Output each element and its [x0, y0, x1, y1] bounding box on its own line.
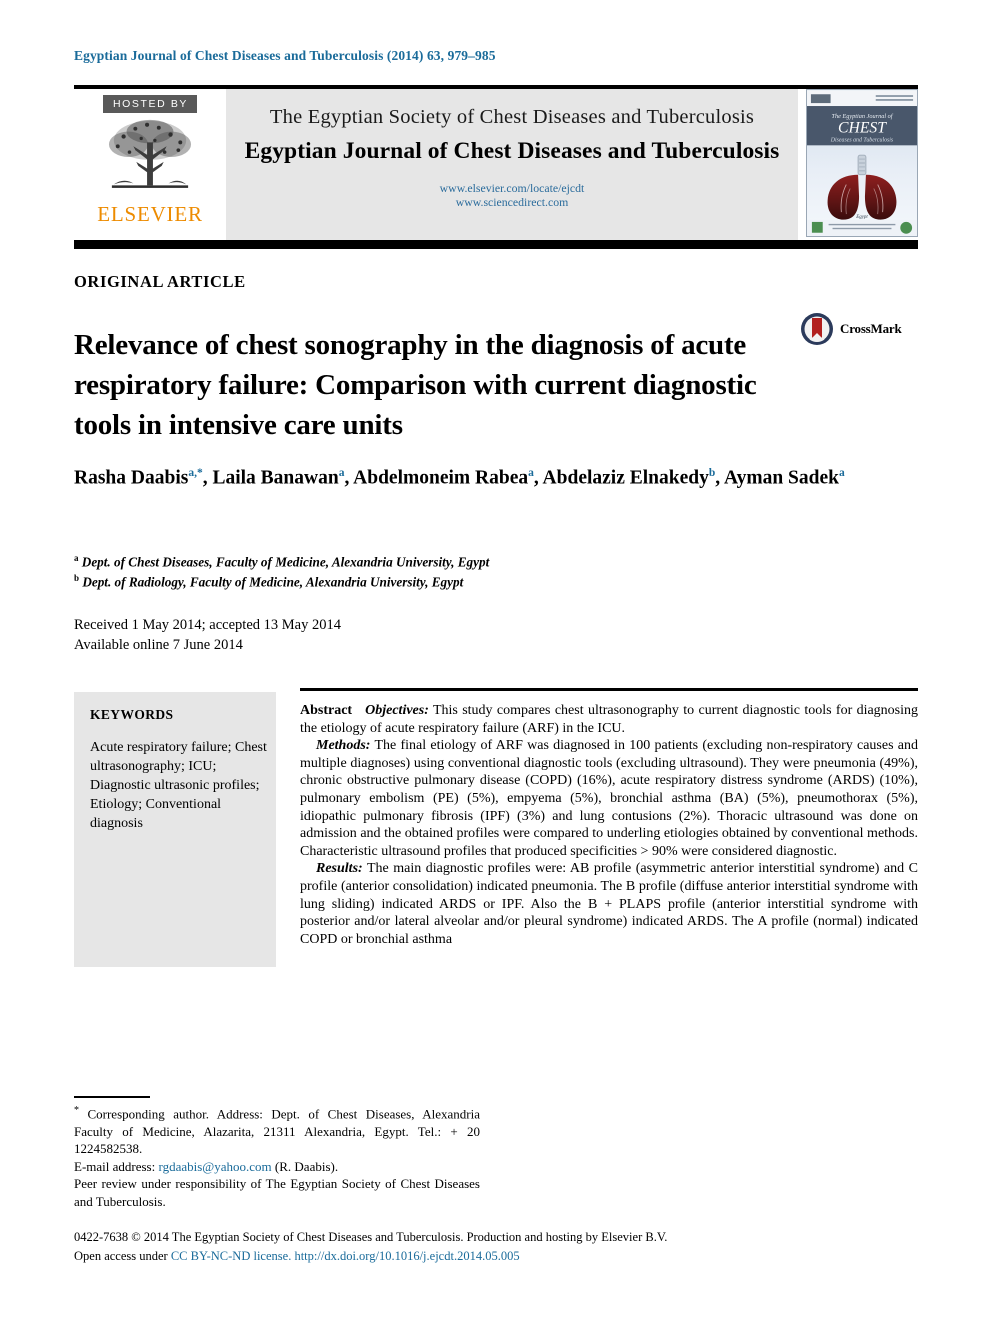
society-name: The Egyptian Society of Chest Diseases a…	[269, 106, 755, 128]
author-name: Laila Banawan	[212, 467, 339, 489]
affiliation-list: a Dept. of Chest Diseases, Faculty of Me…	[74, 550, 489, 591]
journal-cover-block: The Egyptian Journal of CHEST Diseases a…	[798, 89, 918, 240]
article-history: Received 1 May 2014; accepted 13 May 201…	[74, 615, 341, 655]
abstract-results: Results: The main diagnostic profiles we…	[300, 860, 918, 948]
journal-url-sciencedirect[interactable]: www.sciencedirect.com	[456, 195, 569, 209]
affiliation-text: Dept. of Chest Diseases, Faculty of Medi…	[81, 554, 490, 570]
corresponding-marker: *	[74, 1105, 79, 1116]
keywords-panel: KEYWORDS Acute respiratory failure; Ches…	[74, 692, 276, 967]
abstract-methods: Methods: The final etiology of ARF was d…	[300, 737, 918, 860]
author-affiliation-marker[interactable]: a,*	[188, 467, 202, 479]
open-access-prefix: Open access under	[74, 1249, 168, 1263]
author-name: Rasha Daabis	[74, 467, 189, 489]
email-suffix: (R. Daabis).	[274, 1158, 339, 1174]
affiliation-item: b Dept. of Radiology, Faculty of Medicin…	[74, 570, 489, 590]
author-name: Abdelmoneim Rabea	[353, 467, 529, 489]
hosted-by-badge: HOSTED BY	[102, 95, 198, 113]
elsevier-tree-icon	[108, 119, 192, 188]
peer-review-note: Peer review under responsibility of The …	[74, 1176, 480, 1209]
keywords-list: Acute respiratory failure; Chest ultraso…	[90, 740, 267, 831]
journal-cover-thumbnail: The Egyptian Journal of CHEST Diseases a…	[806, 89, 918, 237]
cover-art-icon: The Egyptian Journal of CHEST Diseases a…	[807, 90, 917, 236]
svg-text:CHEST: CHEST	[838, 120, 887, 137]
author-name: Abdelaziz Elnakedy	[542, 467, 709, 489]
svg-text:Egypt: Egypt	[855, 215, 868, 220]
abstract-heading: Abstract	[300, 703, 353, 718]
affiliation-marker: b	[74, 573, 80, 584]
journal-url-locate[interactable]: www.elsevier.com/locate/ejcdt	[440, 181, 585, 195]
received-date: Received 1 May 2014; accepted 13 May 201…	[74, 617, 341, 633]
copyright-line: 0422-7638 © 2014 The Egyptian Society of…	[74, 1230, 668, 1244]
journal-title-block: The Egyptian Society of Chest Diseases a…	[226, 89, 798, 240]
journal-name: Egyptian Journal of Chest Diseases and T…	[244, 138, 780, 164]
crossmark-badge[interactable]: CrossMark	[800, 312, 902, 346]
corresponding-author-note: * Corresponding author. Address: Dept. o…	[74, 1102, 480, 1158]
license-link[interactable]: CC BY-NC-ND license.	[171, 1249, 291, 1263]
elsevier-logo-block: HOSTED BY ELSEVIER	[74, 89, 226, 240]
article-type-label: ORIGINAL ARTICLE	[74, 272, 246, 291]
author-affiliation-marker[interactable]: b	[709, 467, 715, 479]
author-affiliation-marker[interactable]: a	[339, 467, 345, 479]
crossmark-icon	[801, 313, 833, 345]
page-title: Relevance of chest sonography in the dia…	[74, 329, 757, 442]
colophon-block: 0422-7638 © 2014 The Egyptian Society of…	[74, 1228, 934, 1266]
journal-article-page: Egyptian Journal of Chest Diseases and T…	[0, 0, 992, 1323]
methods-label: Methods:	[316, 738, 371, 754]
author-affiliation-marker[interactable]: a	[839, 467, 845, 479]
author-affiliation-marker[interactable]: a	[528, 467, 534, 479]
affiliation-marker: a	[74, 553, 79, 563]
open-access-line: Open access under CC BY-NC-ND license. h…	[74, 1247, 934, 1266]
objectives-label: Objectives:	[365, 703, 429, 718]
author-list: Rasha Daabisa,*, Laila Banawana, Abdelmo…	[74, 467, 845, 489]
methods-text: The final etiology of ARF was diagnosed …	[300, 738, 918, 859]
affiliation-item: a Dept. of Chest Diseases, Faculty of Me…	[74, 550, 489, 570]
abstract-divider	[300, 688, 918, 691]
corresponding-author-text: Corresponding author. Address: Dept. of …	[74, 1106, 480, 1157]
keywords-heading: KEYWORDS	[90, 707, 174, 722]
email-note: E-mail address: rgdaabis@yahoo.com (R. D…	[74, 1158, 480, 1176]
results-label: Results:	[316, 861, 363, 877]
footnote-block: * Corresponding author. Address: Dept. o…	[74, 1102, 480, 1210]
crossmark-label: CrossMark	[840, 321, 902, 336]
available-online-date: Available online 7 June 2014	[74, 637, 243, 653]
email-link[interactable]: rgdaabis@yahoo.com	[158, 1159, 271, 1174]
footnote-divider	[74, 1096, 150, 1098]
abstract-objectives: Abstract Objectives: This study compares…	[300, 702, 918, 737]
journal-banner: HOSTED BY ELSEVIER The Egyptian Society …	[74, 85, 918, 249]
doi-link[interactable]: http://dx.doi.org/10.1016/j.ejcdt.2014.0…	[294, 1249, 519, 1263]
svg-text:Diseases and Tuberculosis: Diseases and Tuberculosis	[830, 137, 894, 143]
elsevier-wordmark: ELSEVIER	[97, 202, 203, 226]
affiliation-text: Dept. of Radiology, Faculty of Medicine,…	[82, 574, 464, 590]
abstract-body: Abstract Objectives: This study compares…	[300, 702, 918, 948]
running-head: Egyptian Journal of Chest Diseases and T…	[74, 48, 496, 63]
author-name: Ayman Sadek	[723, 467, 839, 489]
results-text: The main diagnostic profiles were: AB pr…	[300, 861, 918, 947]
email-label: E-mail address:	[74, 1158, 156, 1174]
